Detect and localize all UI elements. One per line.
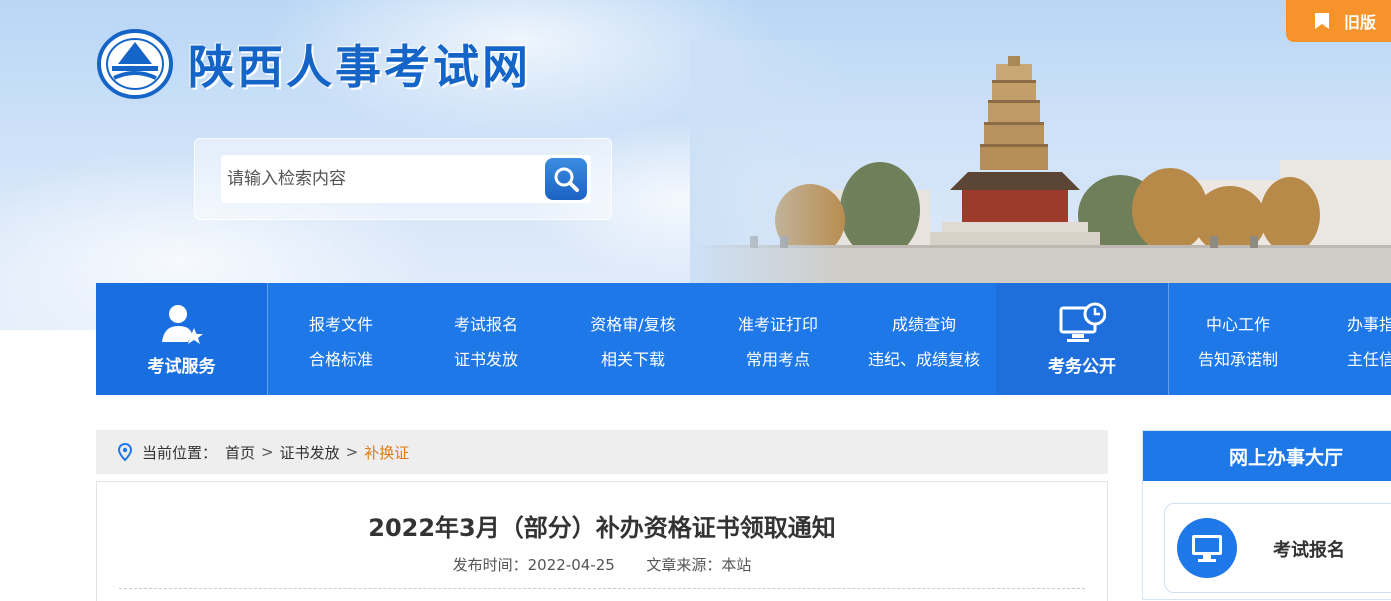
divider: [119, 588, 1085, 589]
bookmark-icon: [1315, 13, 1329, 29]
site-logo[interactable]: 陕西人事考试网: [96, 28, 531, 100]
location-pin-icon: [118, 443, 132, 461]
exam-service-section[interactable]: 考试服务: [96, 283, 267, 395]
logo-emblem-icon: [97, 29, 173, 99]
nav-link-score-query[interactable]: 成绩查询: [892, 311, 956, 335]
source-value: 本站: [721, 556, 752, 574]
breadcrumb-current[interactable]: 补换证: [364, 442, 409, 463]
search-box: [221, 155, 591, 203]
exam-affairs-section[interactable]: 考务公开: [996, 283, 1168, 395]
site-title: 陕西人事考试网: [188, 40, 531, 94]
old-version-button[interactable]: 旧版: [1286, 0, 1391, 42]
old-version-label: 旧版: [1344, 13, 1377, 32]
nav-link-admission-ticket[interactable]: 准考证打印: [738, 311, 818, 335]
breadcrumb-separator: >: [261, 443, 274, 461]
nav-link-exam-sites[interactable]: 常用考点: [746, 346, 810, 370]
publish-label: 发布时间：: [452, 556, 528, 574]
online-service-hall: 网上办事大厅 考试报名: [1142, 430, 1391, 600]
breadcrumb: 当前位置： 首页 > 证书发放 > 补换证: [96, 430, 1108, 474]
breadcrumb-certificate-issue[interactable]: 证书发放: [280, 442, 340, 463]
exam-registration-label: 考试报名: [1273, 540, 1345, 561]
nav-link-commitment-system[interactable]: 告知承诺制: [1198, 346, 1278, 370]
article-title: 2022年3月（部分）补办资格证书领取通知: [368, 514, 836, 542]
source-label: 文章来源：: [646, 556, 722, 574]
nav-link-certificate-issue[interactable]: 证书发放: [454, 346, 518, 370]
nav-link-qualification-review[interactable]: 资格审/复核: [590, 311, 675, 335]
user-star-icon: [161, 304, 203, 344]
breadcrumb-separator: >: [345, 443, 359, 461]
side-panel-title: 网上办事大厅: [1143, 431, 1391, 481]
search-panel: [194, 138, 612, 220]
nav-link-service-guide[interactable]: 办事指: [1347, 311, 1391, 335]
search-input[interactable]: [225, 161, 535, 197]
article-meta: 发布时间：2022-04-25 文章来源：本站: [97, 554, 1107, 575]
nav-link-application-files[interactable]: 报考文件: [309, 311, 373, 335]
search-icon: [554, 167, 579, 192]
exam-registration-card[interactable]: 考试报名: [1164, 503, 1391, 593]
nav-link-downloads[interactable]: 相关下载: [601, 346, 665, 370]
nav-link-passing-standard[interactable]: 合格标准: [309, 346, 373, 370]
search-button[interactable]: [545, 158, 587, 200]
nav-link-violation-review[interactable]: 违纪、成绩复核: [868, 346, 980, 370]
main-nav: 考试服务 报考文件 考试报名 资格审/复核 准考证打印 成绩查询 合格标准 证书…: [96, 283, 1391, 395]
breadcrumb-prefix: 当前位置：: [142, 443, 218, 462]
publish-date: 2022-04-25: [527, 556, 615, 574]
monitor-icon: [1177, 518, 1237, 578]
nav-link-center-work[interactable]: 中心工作: [1206, 311, 1270, 335]
nav-link-director-mailbox[interactable]: 主任信: [1347, 346, 1391, 370]
pagoda-scene-image: [690, 40, 1391, 300]
breadcrumb-home[interactable]: 首页: [225, 442, 255, 463]
nav-link-exam-registration[interactable]: 考试报名: [454, 311, 518, 335]
monitor-clock-icon: [1059, 302, 1106, 342]
exam-affairs-label: 考务公开: [1048, 356, 1116, 377]
exam-service-label: 考试服务: [147, 356, 216, 377]
article: 2022年3月（部分）补办资格证书领取通知 发布时间：2022-04-25 文章…: [96, 481, 1108, 601]
header-banner: 陕西人事考试网: [0, 0, 1391, 330]
